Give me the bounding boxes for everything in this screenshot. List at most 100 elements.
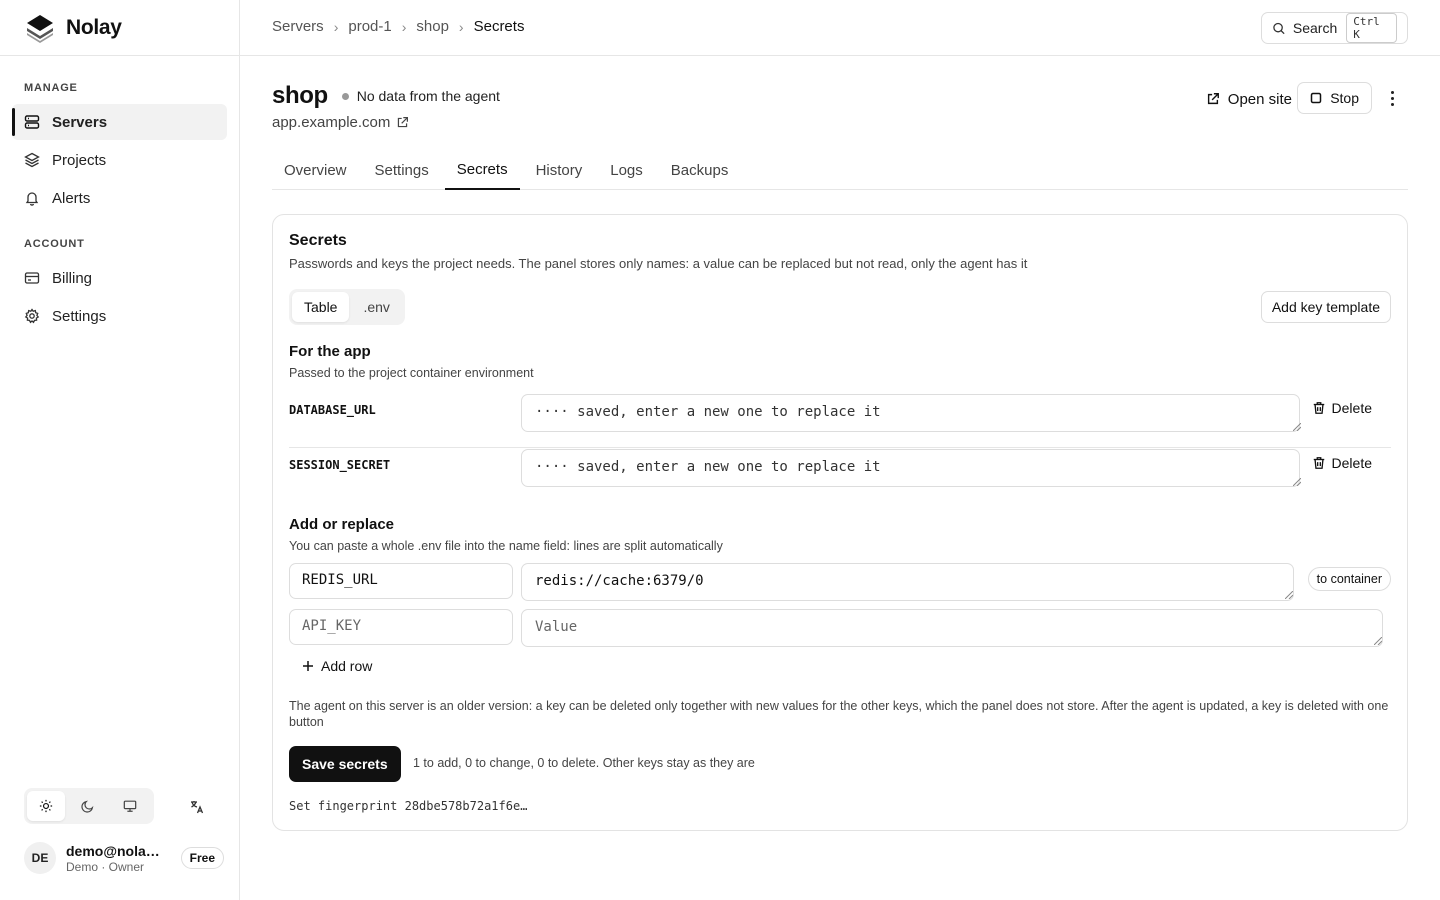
tab-overview[interactable]: Overview — [272, 150, 359, 190]
credit-card-icon — [24, 272, 40, 284]
tab-backups[interactable]: Backups — [659, 150, 741, 190]
plus-icon — [303, 661, 313, 671]
sidebar-item-billing[interactable]: Billing — [12, 260, 227, 296]
delete-button[interactable]: Delete — [1312, 455, 1372, 471]
add-row: REDIS_URL redis://cache:6379/0 to contai… — [289, 563, 1391, 603]
server-icon — [24, 115, 40, 129]
brand[interactable]: Nolay — [24, 12, 122, 44]
agent-warning: The agent on this server is an older ver… — [289, 699, 1389, 729]
app-section-description: Passed to the project container environm… — [289, 366, 534, 380]
bell-icon — [25, 192, 39, 206]
gear-icon — [24, 308, 40, 324]
delete-label: Delete — [1331, 455, 1372, 471]
topbar: Servers › prod-1 › shop › Secrets Search… — [240, 0, 1440, 56]
language-button[interactable] — [185, 795, 209, 819]
key-name-input[interactable]: API_KEY — [289, 609, 513, 645]
theme-system-button[interactable] — [111, 791, 149, 821]
site-domain: app.example.com — [272, 114, 391, 131]
breadcrumb: Servers › prod-1 › shop › Secrets — [272, 18, 524, 35]
sidebar-item-label: Projects — [52, 151, 107, 169]
secret-key: SESSION_SECRET — [289, 458, 391, 472]
avatar: DE — [24, 842, 56, 874]
add-row-button[interactable]: Add row — [302, 658, 372, 674]
save-secrets-button[interactable]: Save secrets — [289, 746, 401, 782]
add-section-description: You can paste a whole .env file into the… — [289, 539, 723, 553]
theme-switch — [24, 788, 154, 824]
stop-label: Stop — [1330, 90, 1359, 106]
app-section-title: For the app — [289, 343, 371, 360]
theme-light-button[interactable] — [27, 791, 65, 821]
save-summary: 1 to add, 0 to change, 0 to delete. Othe… — [413, 756, 755, 770]
view-table-option[interactable]: Table — [292, 292, 350, 322]
trash-icon — [1313, 457, 1324, 469]
resize-handle-icon — [1293, 423, 1301, 431]
breadcrumb-server[interactable]: prod-1 — [348, 18, 391, 35]
delete-label: Delete — [1331, 400, 1372, 416]
status-badge: No data from the agent — [341, 88, 500, 104]
stop-icon — [1310, 92, 1322, 104]
key-name-input[interactable]: REDIS_URL — [289, 563, 513, 599]
open-site-label: Open site — [1227, 90, 1292, 108]
translate-icon — [191, 801, 204, 814]
status-text: No data from the agent — [356, 88, 500, 104]
breadcrumb-project[interactable]: shop — [416, 18, 449, 35]
search-label: Search — [1292, 20, 1338, 36]
delete-button[interactable]: Delete — [1312, 400, 1372, 416]
card-title: Secrets — [289, 232, 347, 249]
page-title: shop — [272, 82, 328, 109]
tab-settings[interactable]: Settings — [363, 150, 441, 190]
secret-row: DATABASE_URL ···· saved, enter a new one… — [289, 394, 1391, 448]
nav-section-manage: MANAGE — [24, 82, 78, 94]
chevron-right-icon: › — [458, 18, 464, 35]
sidebar-item-settings[interactable]: Settings — [12, 298, 227, 334]
moon-icon — [81, 800, 94, 813]
tab-logs[interactable]: Logs — [598, 150, 655, 190]
tabs: Overview Settings Secrets History Logs B… — [272, 150, 1408, 190]
breadcrumb-current: Secrets — [473, 18, 525, 35]
stop-button[interactable]: Stop — [1297, 82, 1372, 114]
theme-dark-button[interactable] — [69, 791, 107, 821]
nav-section-account: ACCOUNT — [24, 238, 85, 250]
secret-key: DATABASE_URL — [289, 403, 376, 417]
resize-handle-icon — [1293, 478, 1301, 486]
tab-secrets[interactable]: Secrets — [444, 150, 520, 190]
sidebar-item-projects[interactable]: Projects — [12, 142, 227, 178]
user-menu[interactable]: DE demo@nolay.app Demo · Owner Free — [24, 840, 224, 876]
breadcrumb-servers[interactable]: Servers — [272, 18, 324, 35]
sidebar-item-label: Alerts — [52, 189, 91, 207]
key-value-input[interactable]: Value — [521, 609, 1383, 647]
more-vertical-icon[interactable] — [1382, 88, 1402, 108]
search-button[interactable]: Search Ctrl K — [1261, 12, 1408, 44]
chevron-right-icon: › — [401, 18, 407, 35]
add-key-template-button[interactable]: Add key template — [1260, 291, 1391, 323]
site-link[interactable]: app.example.com — [272, 114, 409, 131]
plan-badge[interactable]: Free — [180, 847, 224, 869]
search-icon — [1273, 22, 1285, 34]
view-env-option[interactable]: .env — [351, 292, 401, 322]
card-description: Passwords and keys the project needs. Th… — [289, 256, 1028, 271]
external-link-icon — [398, 117, 409, 128]
divider — [0, 55, 240, 56]
sidebar-item-label: Billing — [52, 269, 93, 287]
key-value-input[interactable]: redis://cache:6379/0 — [521, 563, 1294, 601]
user-email: demo@nolay.app — [66, 842, 166, 859]
monitor-icon — [123, 800, 137, 812]
tab-history[interactable]: History — [524, 150, 595, 190]
sidebar-item-label: Servers — [52, 113, 108, 131]
sidebar-item-alerts[interactable]: Alerts — [12, 180, 227, 216]
resize-handle-icon — [1374, 637, 1382, 645]
search-shortcut: Ctrl K — [1346, 13, 1397, 43]
secret-value-field[interactable]: ···· saved, enter a new one to replace i… — [521, 394, 1300, 432]
sun-icon — [39, 799, 53, 813]
sidebar-item-servers[interactable]: Servers — [12, 104, 227, 140]
sidebar-item-label: Settings — [52, 307, 107, 325]
set-fingerprint: Set fingerprint 28dbe578b72a1f6e… — [289, 799, 528, 813]
add-row-label: Add row — [321, 658, 373, 674]
add-row: API_KEY Value — [289, 609, 1391, 649]
view-switch: Table .env — [289, 289, 405, 325]
secret-value-field[interactable]: ···· saved, enter a new one to replace i… — [521, 449, 1300, 487]
trash-icon — [1313, 402, 1324, 414]
brand-name: Nolay — [66, 16, 122, 39]
open-site-button[interactable]: Open site — [1206, 84, 1292, 114]
scope-badge[interactable]: to container — [1307, 567, 1391, 591]
